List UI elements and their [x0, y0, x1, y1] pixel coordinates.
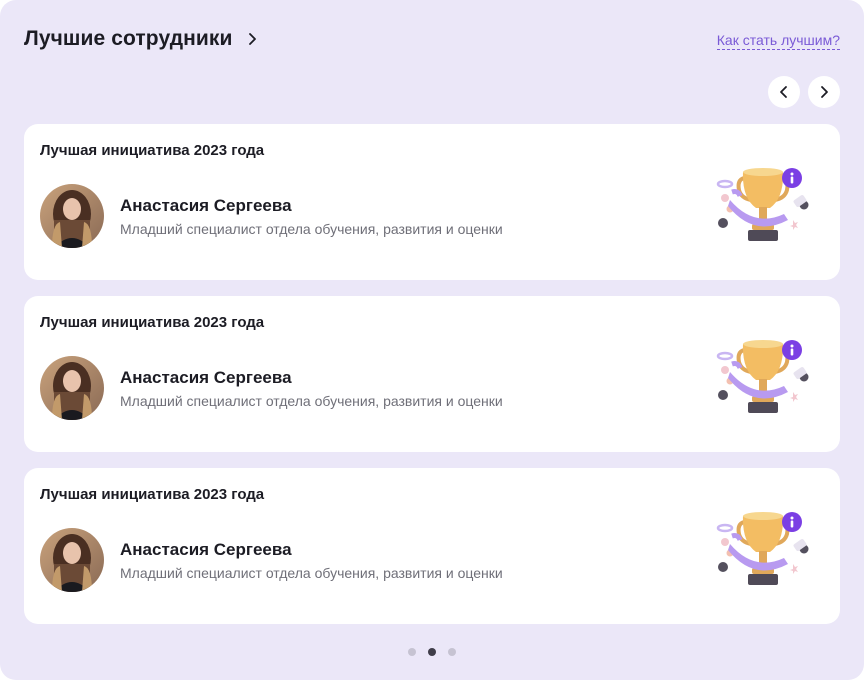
prev-button[interactable] [768, 76, 800, 108]
info-icon[interactable] [782, 340, 802, 360]
employee-name: Анастасия Сергеева [120, 368, 292, 387]
best-employees-widget: Лучшие сотрудники Как стать лучшим? Лучш… [0, 0, 864, 680]
pagination-dot[interactable] [408, 648, 416, 656]
employee-role: Младший специалист отдела обучения, разв… [120, 221, 503, 237]
info-icon[interactable] [782, 168, 802, 188]
employee-cards: Лучшая инициатива 2023 года Анастасия Се… [24, 124, 840, 640]
widget-title: Лучшие сотрудники [24, 27, 233, 50]
chevron-left-icon [780, 86, 787, 98]
award-title: Лучшая инициатива 2023 года [40, 486, 265, 503]
how-to-become-best-link[interactable]: Как стать лучшим? [716, 32, 840, 50]
next-button[interactable] [808, 76, 840, 108]
pagination-dot[interactable] [448, 648, 456, 656]
widget-header: Лучшие сотрудники Как стать лучшим? [24, 24, 840, 54]
pagination-dots [0, 648, 864, 656]
avatar [40, 356, 104, 420]
employee-card[interactable]: Лучшая инициатива 2023 года Анастасия Се… [24, 468, 840, 624]
pagination-dot-active[interactable] [428, 648, 436, 656]
employee-card[interactable]: Лучшая инициатива 2023 года Анастасия Се… [24, 124, 840, 280]
employee-name: Анастасия Сергеева [120, 196, 292, 215]
chevron-right-icon [245, 32, 259, 46]
employee-role: Младший специалист отдела обучения, разв… [120, 393, 503, 409]
info-icon[interactable] [782, 512, 802, 532]
carousel-nav [768, 76, 840, 108]
award-title: Лучшая инициатива 2023 года [40, 142, 265, 159]
award-title: Лучшая инициатива 2023 года [40, 314, 265, 331]
chevron-right-icon [821, 86, 828, 98]
avatar [40, 184, 104, 248]
employee-card[interactable]: Лучшая инициатива 2023 года Анастасия Се… [24, 296, 840, 452]
avatar [40, 528, 104, 592]
employee-role: Младший специалист отдела обучения, разв… [120, 565, 503, 581]
title-link[interactable]: Лучшие сотрудники [24, 27, 259, 51]
employee-name: Анастасия Сергеева [120, 540, 292, 559]
